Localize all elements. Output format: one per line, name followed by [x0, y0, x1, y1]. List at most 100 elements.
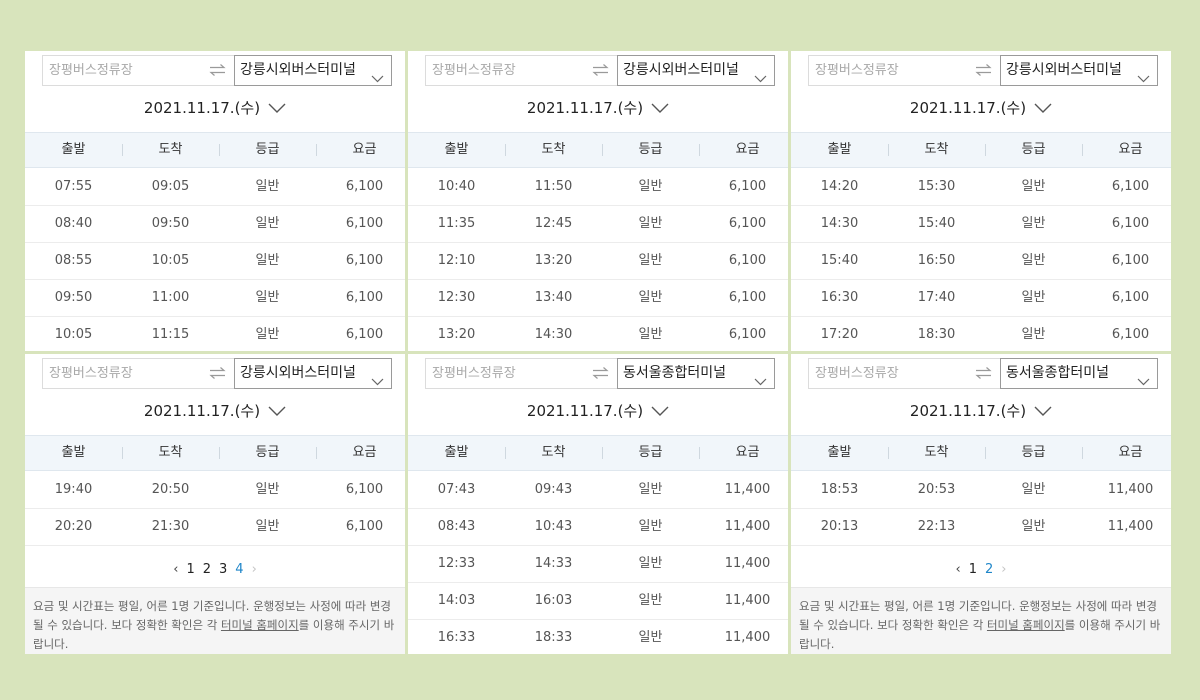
origin-field[interactable]: 장평버스정류장	[42, 358, 201, 389]
swap-button[interactable]	[201, 55, 234, 86]
date-label: 2021.11.17.(수)	[143, 99, 261, 117]
table-cell: 일반	[638, 482, 663, 497]
table-row: 12:33 14:33 일반 11,400	[408, 546, 788, 583]
terminal-homepage-link[interactable]: 터미널 홈페이지	[221, 618, 299, 632]
table-row: 14:20 15:30 일반 6,100	[791, 169, 1171, 206]
date-selector[interactable]: 2021.11.17.(수)	[791, 97, 1171, 119]
table-cell: 08:40	[54, 216, 93, 231]
route-selector: 장평버스정류장 동서울종합터미널	[425, 358, 775, 389]
date-selector[interactable]: 2021.11.17.(수)	[25, 400, 405, 422]
date-selector[interactable]: 2021.11.17.(수)	[25, 97, 405, 119]
page-link[interactable]: 2	[985, 557, 993, 583]
page-link[interactable]: 1	[969, 557, 977, 583]
chevron-left-icon[interactable]: ‹	[956, 557, 961, 583]
destination-select[interactable]: 동서울종합터미널	[617, 358, 775, 389]
destination-value: 동서울종합터미널	[1006, 365, 1110, 381]
destination-select[interactable]: 강릉시외버스터미널	[1000, 55, 1158, 86]
table-cell: 07:43	[437, 482, 476, 497]
destination-select[interactable]: 강릉시외버스터미널	[234, 55, 392, 86]
table-cell: 일반	[638, 630, 663, 645]
table-cell: 11,400	[724, 519, 771, 534]
swap-button[interactable]	[967, 55, 1000, 86]
column-header: 등급	[255, 445, 280, 460]
page-link[interactable]: 1	[186, 557, 194, 583]
table-row: 16:33 18:33 일반 11,400	[408, 620, 788, 654]
table-row: 07:55 09:05 일반 6,100	[25, 169, 405, 206]
origin-field[interactable]: 장평버스정류장	[42, 55, 201, 86]
table-cell: 10:05	[151, 253, 190, 268]
page-link[interactable]: 3	[219, 557, 227, 583]
table-row: 20:13 22:13 일반 11,400	[791, 509, 1171, 546]
table-cell: 일반	[1021, 519, 1046, 534]
chevron-down-icon	[371, 368, 384, 397]
table-cell: 09:43	[534, 482, 573, 497]
chevron-left-icon[interactable]: ‹	[173, 557, 178, 583]
schedule-panel: 장평버스정류장 동서울종합터미널 2021.11.17.(수) 출발 도착 등급 요금 18:…	[791, 354, 1171, 654]
table-row: 17:20 18:30 일반 6,100	[791, 317, 1171, 351]
swap-button[interactable]	[584, 358, 617, 389]
table-cell: 6,100	[728, 179, 767, 194]
page-link[interactable]: 2	[203, 557, 211, 583]
table-cell: 08:55	[54, 253, 93, 268]
chevron-down-icon	[651, 99, 669, 117]
table-cell: 11,400	[724, 593, 771, 608]
table-cell: 일반	[1021, 482, 1046, 497]
column-divider	[122, 447, 123, 459]
table-cell: 16:03	[534, 593, 573, 608]
table-cell: 11,400	[724, 556, 771, 571]
swap-button[interactable]	[201, 358, 234, 389]
table-cell: 일반	[638, 216, 663, 231]
table-cell: 일반	[638, 290, 663, 305]
table-cell: 08:43	[437, 519, 476, 534]
table-cell: 일반	[1021, 179, 1046, 194]
destination-select[interactable]: 강릉시외버스터미널	[234, 358, 392, 389]
table-header: 출발 도착 등급 요금	[408, 435, 788, 471]
table-cell: 일반	[638, 327, 663, 342]
chevron-down-icon	[268, 99, 286, 117]
table-row: 12:10 13:20 일반 6,100	[408, 243, 788, 280]
table-cell: 20:53	[917, 482, 956, 497]
table-cell: 17:40	[917, 290, 956, 305]
swap-arrows-icon	[209, 364, 226, 383]
table-cell: 20:20	[54, 519, 93, 534]
table-cell: 6,100	[728, 327, 767, 342]
origin-field[interactable]: 장평버스정류장	[425, 358, 584, 389]
schedule-panel: 장평버스정류장 강릉시외버스터미널 2021.11.17.(수) 출발 도착 등급 요금 14…	[791, 51, 1171, 351]
table-cell: 6,100	[345, 290, 384, 305]
column-divider	[985, 447, 986, 459]
column-header: 등급	[1021, 142, 1046, 157]
column-header: 출발	[61, 142, 86, 157]
table-cell: 19:40	[54, 482, 93, 497]
date-selector[interactable]: 2021.11.17.(수)	[791, 400, 1171, 422]
table-row: 14:03 16:03 일반 11,400	[408, 583, 788, 620]
table-cell: 14:03	[437, 593, 476, 608]
destination-select[interactable]: 강릉시외버스터미널	[617, 55, 775, 86]
chevron-down-icon	[754, 65, 767, 94]
chevron-down-icon	[268, 402, 286, 420]
page-link[interactable]: 4	[235, 557, 243, 583]
origin-field[interactable]: 장평버스정류장	[808, 358, 967, 389]
column-header: 도착	[158, 445, 183, 460]
table-header: 출발 도착 등급 요금	[791, 435, 1171, 471]
destination-value: 강릉시외버스터미널	[1006, 62, 1122, 78]
date-selector[interactable]: 2021.11.17.(수)	[408, 400, 788, 422]
swap-button[interactable]	[584, 55, 617, 86]
pagination: ‹ 1 2 3 4 ›	[25, 557, 405, 583]
origin-field[interactable]: 장평버스정류장	[425, 55, 584, 86]
table-header: 출발 도착 등급 요금	[408, 132, 788, 168]
terminal-homepage-link[interactable]: 터미널 홈페이지	[987, 618, 1065, 632]
chevron-right-icon[interactable]: ›	[1001, 557, 1006, 583]
table-cell: 6,100	[1111, 179, 1150, 194]
chevron-down-icon	[371, 65, 384, 94]
table-cell: 12:10	[437, 253, 476, 268]
destination-select[interactable]: 동서울종합터미널	[1000, 358, 1158, 389]
date-selector[interactable]: 2021.11.17.(수)	[408, 97, 788, 119]
origin-field[interactable]: 장평버스정류장	[808, 55, 967, 86]
chevron-right-icon[interactable]: ›	[252, 557, 257, 583]
table-row: 08:40 09:50 일반 6,100	[25, 206, 405, 243]
table-cell: 14:30	[820, 216, 859, 231]
table-row: 12:30 13:40 일반 6,100	[408, 280, 788, 317]
column-divider	[1082, 447, 1083, 459]
table-cell: 16:30	[820, 290, 859, 305]
swap-button[interactable]	[967, 358, 1000, 389]
